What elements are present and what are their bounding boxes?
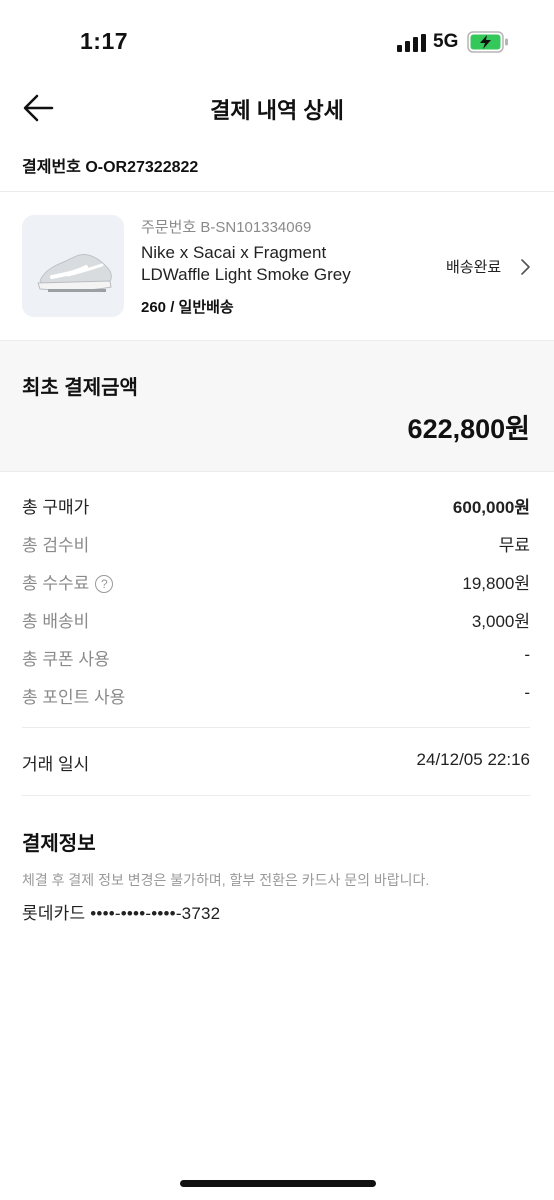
breakdown-row: 총 쿠폰 사용 - (22, 645, 530, 669)
breakdown-row: 총 수수료? 19,800원 (22, 569, 530, 593)
transaction-date-value: 24/12/05 22:16 (416, 750, 530, 769)
breakdown-label: 총 쿠폰 사용 (22, 650, 110, 669)
product-name-line1: Nike x Sacai x Fragment (141, 243, 327, 262)
battery-charging-icon (467, 31, 508, 53)
breakdown-value: 19,800원 (462, 574, 530, 593)
signal-bars-icon (397, 34, 426, 52)
page-title: 결제 내역 상세 (210, 98, 344, 123)
product-image (22, 215, 124, 317)
product-item[interactable]: 주문번호 B-SN101334069 Nike x Sacai x Fragme… (0, 192, 554, 340)
breakdown-row: 총 구매가 600,000원 (22, 493, 530, 517)
header-bar: 결제 내역 상세 (0, 80, 554, 136)
divider (22, 727, 530, 728)
payment-number: 결제번호 O-OR27322822 (22, 159, 199, 176)
divider (22, 795, 530, 796)
network-label: 5G (433, 31, 459, 52)
transaction-date-label: 거래 일시 (22, 755, 90, 774)
breakdown-value: 무료 (498, 536, 530, 555)
breakdown-label: 총 검수비 (22, 536, 90, 555)
breakdown-label: 총 배송비 (22, 612, 90, 631)
payment-info-title: 결제정보 (22, 833, 96, 855)
total-payment-box: 최초 결제금액 622,800원 (0, 340, 554, 472)
breakdown-label: 총 구매가 (22, 498, 90, 517)
payment-info-note: 체결 후 결제 정보 변경은 불가하며, 할부 전환은 카드사 문의 바랍니다. (22, 872, 430, 888)
breakdown-value: - (524, 683, 530, 702)
home-indicator[interactable] (180, 1180, 376, 1187)
delivery-status: 배송완료 (446, 259, 502, 276)
breakdown-label: 총 수수료 (22, 574, 90, 593)
order-number: 주문번호 B-SN101334069 (141, 219, 312, 236)
card-info: 롯데카드 ••••-••••-••••-3732 (22, 904, 221, 923)
product-name-line2: LDWaffle Light Smoke Grey (141, 265, 351, 284)
status-bar: 1:17 5G (0, 0, 554, 80)
size-shipping: 260 / 일반배송 (141, 299, 234, 316)
status-time: 1:17 (80, 28, 129, 54)
breakdown-row: 총 포인트 사용 - (22, 683, 530, 707)
product-name: Nike x Sacai x Fragment LDWaffle Light S… (141, 242, 351, 286)
breakdown-label: 총 포인트 사용 (22, 688, 126, 707)
question-circle-icon[interactable]: ? (95, 575, 114, 593)
total-amount: 622,800원 (407, 414, 530, 444)
breakdown-value: 600,000원 (452, 498, 530, 517)
breakdown-value: 3,000원 (471, 612, 530, 631)
chevron-right-icon (521, 259, 530, 275)
transaction-date-row: 거래 일시 24/12/05 22:16 (22, 750, 530, 774)
breakdown-value: - (524, 645, 530, 664)
breakdown-row: 총 검수비 무료 (22, 531, 530, 555)
breakdown-row: 총 배송비 3,000원 (22, 607, 530, 631)
total-label: 최초 결제금액 (22, 377, 138, 399)
